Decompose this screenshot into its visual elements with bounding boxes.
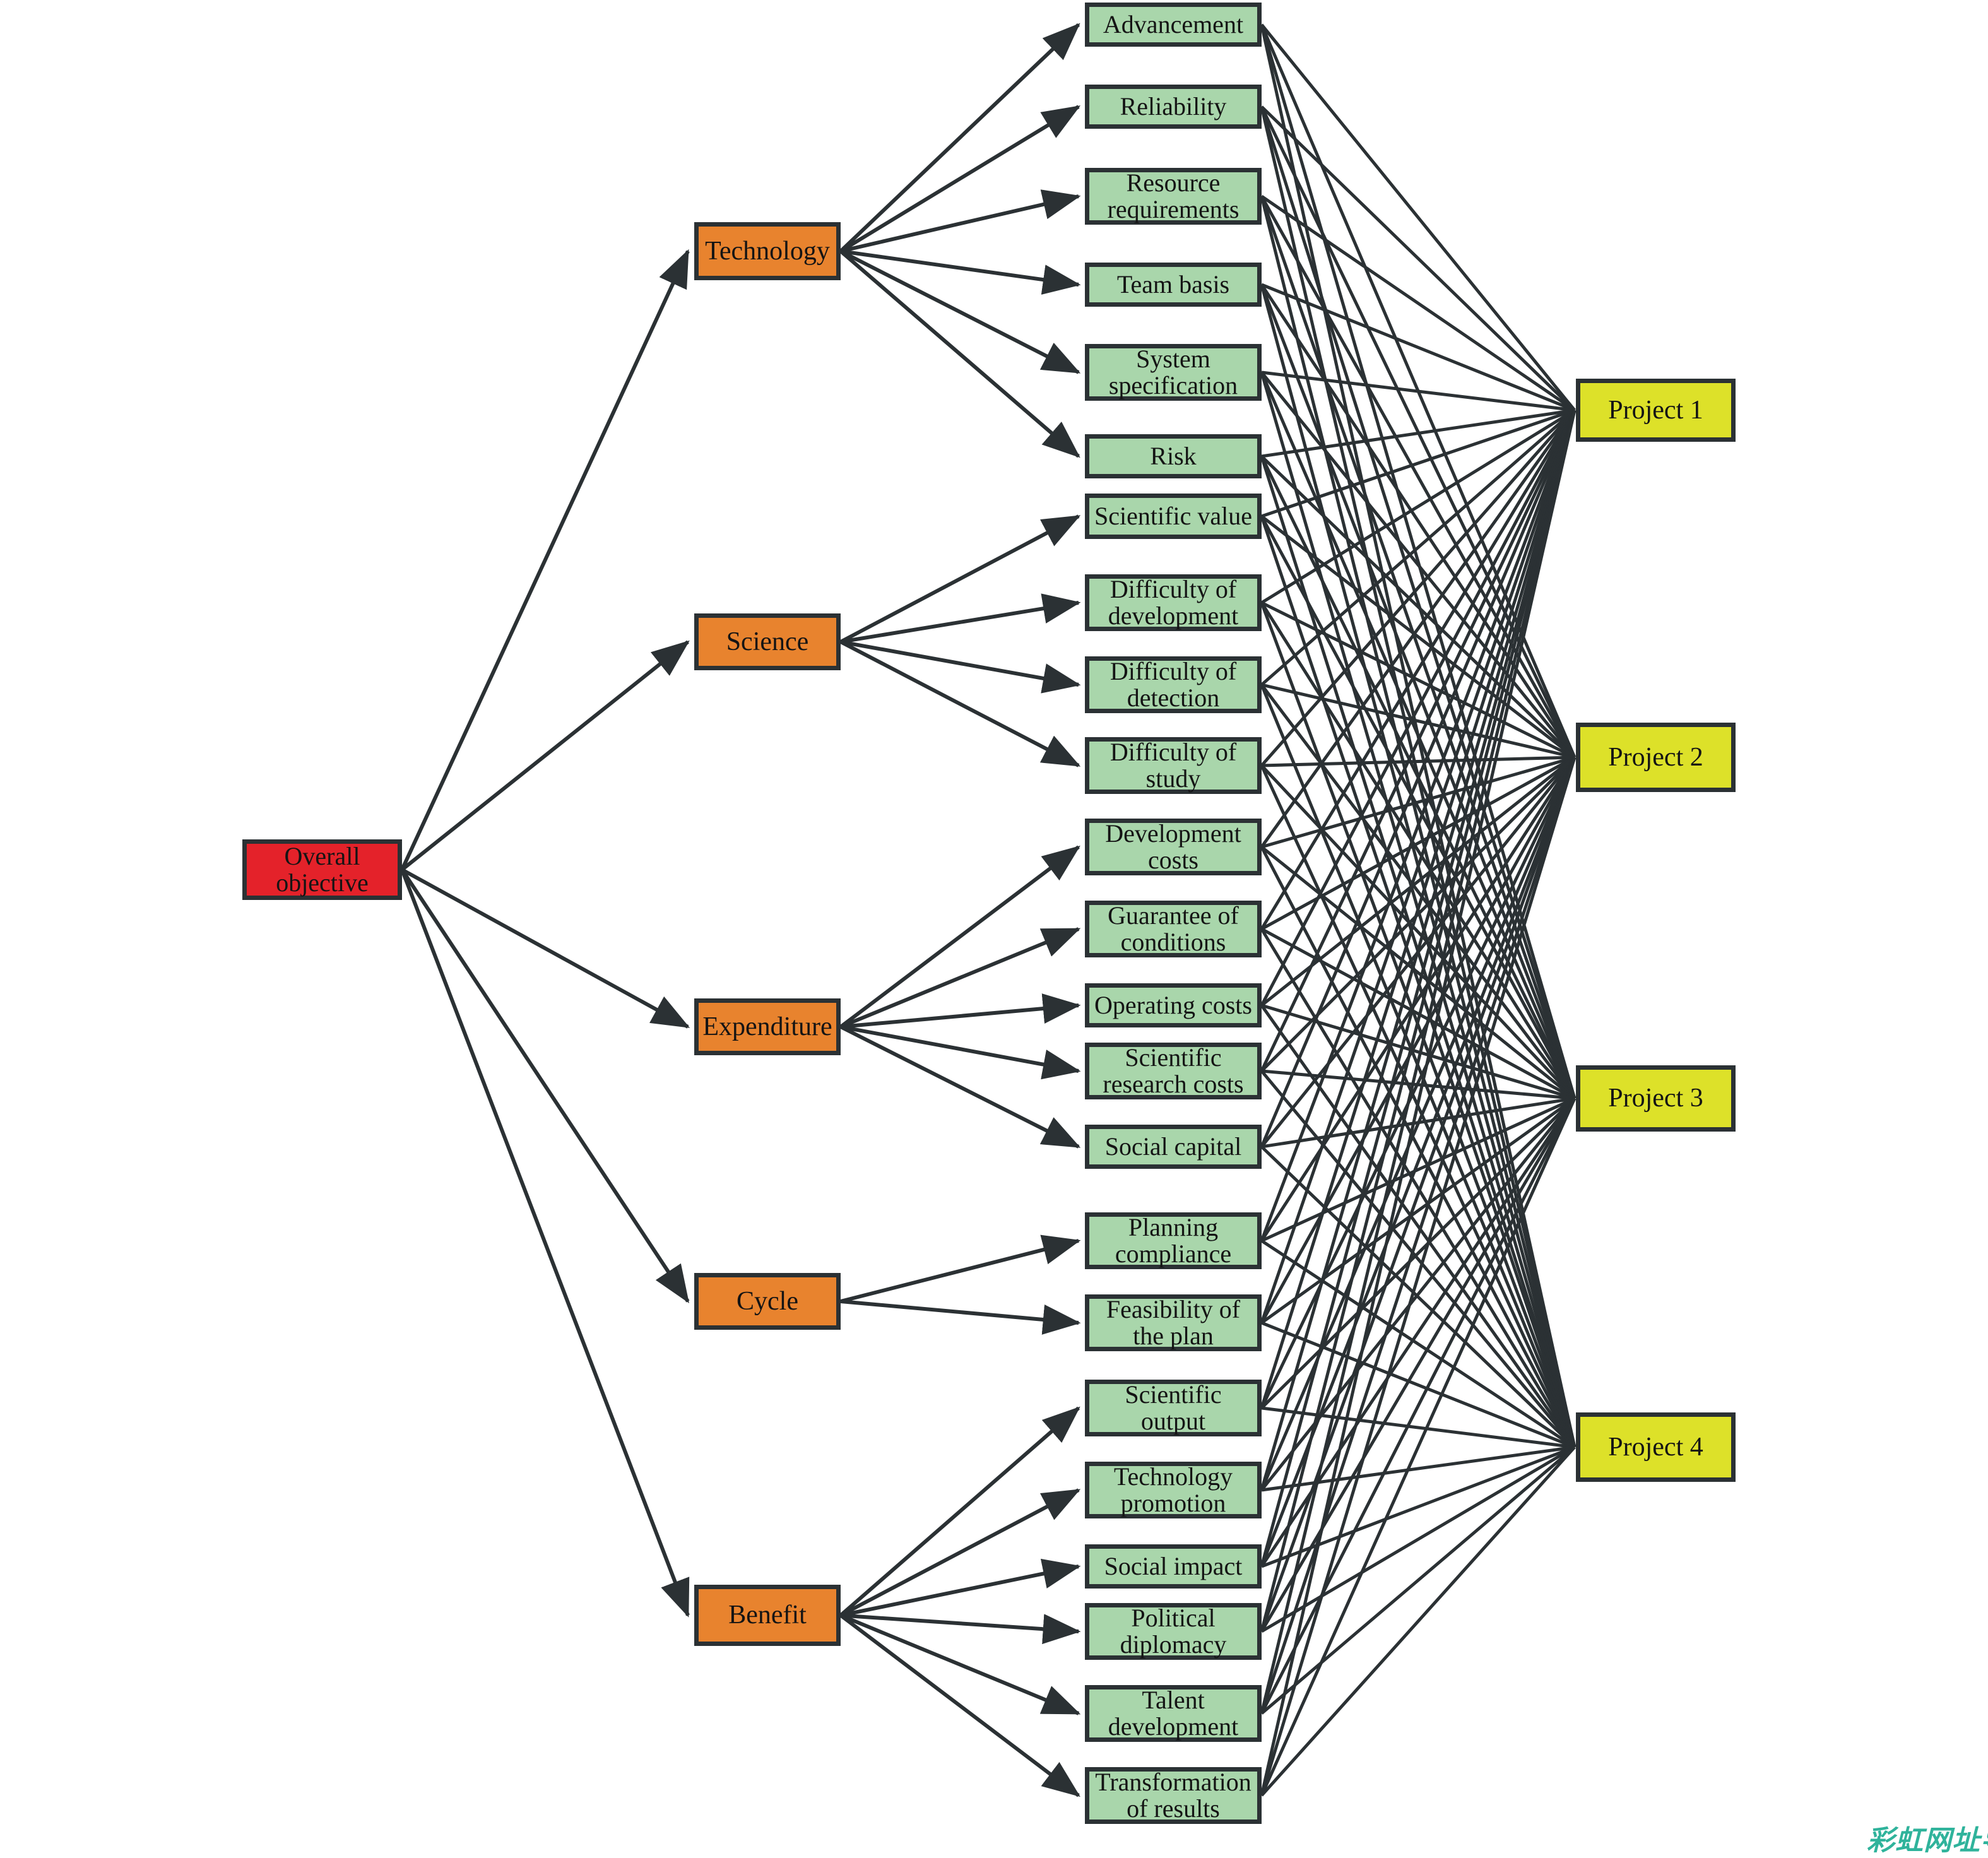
node-subcriterion-transformation-of-results[interactable]: Transformation of results bbox=[1085, 1767, 1262, 1824]
node-label: Risk bbox=[1150, 441, 1197, 470]
node-label: Benefit bbox=[728, 1601, 807, 1630]
node-label: Expenditure bbox=[702, 1012, 832, 1041]
edge-technology-to-resource-requirements bbox=[840, 189, 1081, 253]
edge-benefit-to-technology-promotion bbox=[839, 1488, 1081, 1618]
node-label: Overall objective bbox=[276, 841, 369, 897]
node-label: Scientific research costs bbox=[1103, 1043, 1244, 1098]
node-label: Development costs bbox=[1105, 819, 1241, 874]
node-subcriterion-advancement[interactable]: Advancement bbox=[1085, 3, 1262, 47]
node-label: Scientific value bbox=[1094, 501, 1252, 530]
node-subcriterion-risk[interactable]: Risk bbox=[1085, 434, 1262, 478]
edge-expenditure-to-social-capital bbox=[839, 1025, 1081, 1149]
node-alternative-project-1[interactable]: Project 1 bbox=[1576, 379, 1736, 442]
edge-cycle-to-planning-compliance bbox=[840, 1234, 1081, 1303]
edge-goal-to-technology bbox=[400, 249, 690, 871]
node-label: Difficulty of detection bbox=[1109, 656, 1237, 712]
watermark: 彩虹网址导航 bbox=[1867, 1825, 1988, 1857]
edge-expenditure-to-guarantee-of-conditions bbox=[839, 927, 1081, 1029]
edge-technology-to-reliability bbox=[839, 105, 1081, 253]
node-subcriterion-talent-development[interactable]: Talent development bbox=[1085, 1685, 1262, 1742]
node-subcriterion-team-basis[interactable]: Team basis bbox=[1085, 263, 1262, 307]
node-subcriterion-guarantee-of-conditions[interactable]: Guarantee of conditions bbox=[1085, 901, 1262, 957]
node-subcriterion-development-costs[interactable]: Development costs bbox=[1085, 819, 1262, 875]
edge-goal-to-cycle bbox=[400, 868, 690, 1304]
node-alternative-project-2[interactable]: Project 2 bbox=[1576, 723, 1736, 792]
node-label: Operating costs bbox=[1094, 990, 1252, 1019]
node-subcriterion-system-specification[interactable]: System specification bbox=[1085, 344, 1262, 401]
edge-benefit-to-social-impact bbox=[840, 1558, 1081, 1618]
node-subcriterion-difficulty-of-study[interactable]: Difficulty of study bbox=[1085, 737, 1262, 794]
node-label: Resource requirements bbox=[1107, 168, 1240, 223]
edge-technology-to-advancement bbox=[839, 23, 1080, 253]
edge-difficulty-of-study-to-project-2 bbox=[1261, 755, 1575, 767]
node-subcriterion-social-impact[interactable]: Social impact bbox=[1085, 1544, 1262, 1589]
node-label: Feasibility of the plan bbox=[1106, 1294, 1241, 1350]
node-label: System specification bbox=[1108, 344, 1238, 399]
node-label: Project 1 bbox=[1608, 395, 1703, 425]
node-subcriterion-difficulty-of-detection[interactable]: Difficulty of detection bbox=[1085, 656, 1262, 713]
node-overall-objective[interactable]: Overall objective bbox=[242, 839, 402, 900]
node-label: Technology bbox=[705, 236, 830, 266]
node-label: Political diplomacy bbox=[1120, 1603, 1227, 1659]
edge-layer bbox=[400, 23, 1577, 1797]
edge-expenditure-to-scientific-research-costs bbox=[840, 1025, 1081, 1080]
node-label: Difficulty of study bbox=[1109, 737, 1237, 793]
node-subcriterion-technology-promotion[interactable]: Technology promotion bbox=[1085, 1462, 1262, 1518]
node-label: Transformation of results bbox=[1095, 1767, 1251, 1823]
edge-team-basis-to-project-3 bbox=[1260, 284, 1577, 1099]
edge-political-diplomacy-to-project-3 bbox=[1260, 1098, 1577, 1633]
node-label: Technology promotion bbox=[1113, 1462, 1233, 1517]
edge-benefit-to-scientific-output bbox=[839, 1406, 1080, 1617]
node-subcriterion-reliability[interactable]: Reliability bbox=[1085, 85, 1262, 129]
node-criterion-science[interactable]: Science bbox=[694, 613, 841, 670]
edge-goal-to-expenditure bbox=[401, 868, 690, 1029]
node-label: Advancement bbox=[1103, 9, 1244, 38]
node-subcriterion-difficulty-of-development[interactable]: Difficulty of development bbox=[1085, 574, 1262, 631]
node-label: Project 2 bbox=[1608, 742, 1703, 772]
node-label: Scientific output bbox=[1125, 1380, 1222, 1435]
node-criterion-cycle[interactable]: Cycle bbox=[694, 1273, 841, 1330]
edge-cycle-to-feasibility-of-the-plan bbox=[840, 1299, 1081, 1335]
edge-science-to-difficulty-of-study bbox=[839, 640, 1081, 767]
node-label: Planning compliance bbox=[1115, 1212, 1232, 1268]
edge-expenditure-to-operating-costs bbox=[840, 993, 1081, 1029]
node-label: Science bbox=[726, 627, 809, 656]
edge-transformation-of-results-to-project-1 bbox=[1260, 410, 1577, 1796]
node-alternative-project-3[interactable]: Project 3 bbox=[1576, 1065, 1736, 1132]
node-subcriterion-scientific-research-costs[interactable]: Scientific research costs bbox=[1085, 1043, 1262, 1099]
node-subcriterion-social-capital[interactable]: Social capital bbox=[1085, 1125, 1262, 1169]
node-label: Social impact bbox=[1104, 1551, 1243, 1580]
edge-advancement-to-project-1 bbox=[1260, 23, 1576, 411]
node-subcriterion-operating-costs[interactable]: Operating costs bbox=[1085, 983, 1262, 1027]
edge-science-to-difficulty-of-detection bbox=[840, 640, 1081, 694]
edge-benefit-to-transformation-of-results bbox=[839, 1614, 1080, 1797]
node-subcriterion-scientific-value[interactable]: Scientific value bbox=[1085, 494, 1262, 539]
node-label: Difficulty of development bbox=[1108, 574, 1239, 630]
node-subcriterion-scientific-output[interactable]: Scientific output bbox=[1085, 1380, 1262, 1436]
node-criterion-expenditure[interactable]: Expenditure bbox=[694, 998, 841, 1055]
edge-expenditure-to-development-costs bbox=[839, 845, 1080, 1029]
edge-goal-to-benefit bbox=[400, 868, 690, 1618]
node-label: Cycle bbox=[737, 1286, 798, 1316]
node-label: Reliability bbox=[1120, 92, 1227, 121]
edge-goal-to-science bbox=[401, 640, 690, 872]
edge-political-diplomacy-to-project-4 bbox=[1260, 1445, 1576, 1633]
node-label: Guarantee of conditions bbox=[1108, 901, 1239, 956]
diagram-canvas: Overall objective Technology Science Expend… bbox=[0, 0, 1988, 1857]
node-alternative-project-4[interactable]: Project 4 bbox=[1576, 1412, 1736, 1482]
node-label: Project 3 bbox=[1608, 1084, 1703, 1113]
node-criterion-technology[interactable]: Technology bbox=[694, 222, 841, 280]
node-subcriterion-planning-compliance[interactable]: Planning compliance bbox=[1085, 1212, 1262, 1269]
node-label: Social capital bbox=[1104, 1132, 1242, 1161]
node-label: Team basis bbox=[1116, 269, 1230, 299]
node-subcriterion-political-diplomacy[interactable]: Political diplomacy bbox=[1085, 1603, 1262, 1660]
node-label: Project 4 bbox=[1608, 1432, 1703, 1462]
node-subcriterion-feasibility-of-the-plan[interactable]: Feasibility of the plan bbox=[1085, 1294, 1262, 1351]
node-criterion-benefit[interactable]: Benefit bbox=[694, 1585, 841, 1646]
node-label: Talent development bbox=[1108, 1685, 1239, 1741]
node-subcriterion-resource-requirements[interactable]: Resource requirements bbox=[1085, 168, 1262, 225]
edge-talent-development-to-project-4 bbox=[1260, 1446, 1576, 1715]
